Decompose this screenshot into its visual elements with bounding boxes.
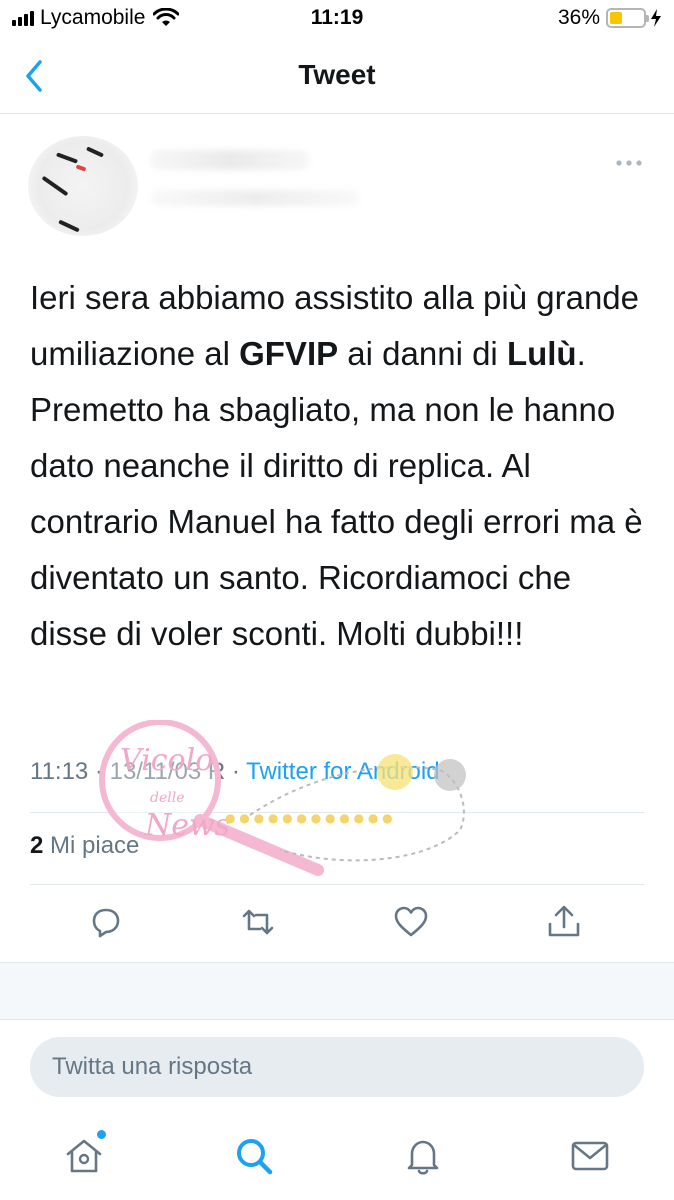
nav-header: Tweet	[0, 40, 674, 114]
tweet-author[interactable]	[20, 128, 660, 238]
more-options-icon[interactable]	[614, 158, 644, 168]
share-icon	[548, 905, 580, 937]
tab-messages[interactable]	[568, 1134, 612, 1178]
tweet-source-link[interactable]: Twitter for Android	[246, 758, 439, 785]
author-name-blurred	[150, 150, 310, 170]
reply-input[interactable]	[30, 1037, 644, 1097]
home-icon	[66, 1139, 102, 1173]
heart-icon	[394, 906, 428, 937]
tweet-meta: 11:13 · 13/11/03 R · Twitter for Android	[30, 758, 440, 786]
retweet-icon	[242, 909, 274, 935]
tweet-text-part: ai danni di	[338, 335, 507, 372]
tweet-timestamp: 11:13 · 13/11/03 R ·	[30, 758, 247, 785]
battery-fill	[610, 12, 622, 24]
share-button[interactable]	[544, 902, 584, 942]
status-right: 36%	[558, 6, 662, 30]
charging-bolt-icon	[651, 9, 661, 27]
bold-name: Lulù	[506, 335, 577, 372]
reply-icon	[92, 908, 120, 938]
divider	[30, 884, 644, 885]
page-title: Tweet	[298, 59, 376, 90]
tab-bar	[0, 1112, 674, 1200]
search-icon	[237, 1139, 273, 1175]
battery-icon	[606, 8, 649, 28]
tab-home[interactable]	[62, 1130, 106, 1178]
likes-count[interactable]: 2 Mi piace	[30, 832, 139, 860]
svg-text:delle: delle	[150, 790, 185, 806]
author-handle-blurred	[150, 190, 360, 206]
notifications-icon	[407, 1140, 439, 1175]
likes-label: Mi piace	[43, 832, 140, 859]
like-button[interactable]	[391, 902, 431, 942]
messages-icon	[571, 1141, 609, 1171]
status-bar: Lycamobile 11:19 36%	[0, 0, 674, 40]
tweet-actions	[0, 896, 674, 956]
svg-text:News: News	[144, 808, 230, 843]
section-separator	[0, 962, 674, 1020]
watermark-logo: Vicolo delle News ● ● ● ● ● ● ● ● ● ● ● …	[99, 720, 466, 876]
battery-percent: 36%	[557, 6, 600, 29]
tweet-text: Ieri sera abbiamo assistito alla più gra…	[30, 270, 650, 662]
retweet-button[interactable]	[238, 902, 278, 942]
svg-text:● ● ● ● ● ● ● ● ● ● ● ●: ● ● ● ● ● ● ● ● ● ● ● ●	[225, 811, 393, 825]
divider	[30, 812, 644, 813]
likes-number: 2	[30, 832, 44, 859]
avatar[interactable]	[28, 136, 138, 236]
hashtag-gfvip: GFVIP	[239, 335, 339, 372]
tab-search[interactable]	[232, 1134, 276, 1178]
tweet-text-part: . Premetto ha sbagliato, ma non le hanno…	[30, 335, 643, 652]
home-notification-dot	[97, 1130, 106, 1139]
reply-box[interactable]	[30, 1037, 644, 1097]
reply-button[interactable]	[86, 902, 126, 942]
tab-notifications[interactable]	[401, 1134, 445, 1178]
